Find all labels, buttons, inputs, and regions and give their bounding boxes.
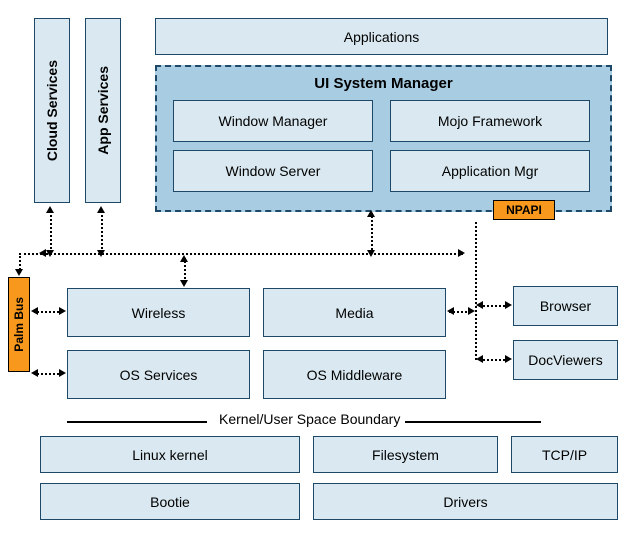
conn-npapi-down (475, 222, 477, 360)
linux-kernel-box: Linux kernel (40, 436, 300, 473)
docviewers-label: DocViewers (528, 352, 602, 368)
arrow-bus-l (39, 249, 46, 257)
linux-kernel-label: Linux kernel (132, 447, 208, 463)
arrow-wireless-down (180, 280, 188, 287)
arrow-wb-r (59, 307, 66, 315)
conn-doc (480, 359, 508, 361)
boundary-label: Kernel/User Space Boundary (213, 411, 406, 427)
ui-system-manager-title: UI System Manager (157, 75, 610, 92)
browser-label: Browser (540, 298, 591, 314)
conn-uisys-down (371, 213, 373, 253)
arrow-os-l (31, 369, 38, 377)
os-services-label: OS Services (120, 367, 198, 383)
bus-line (43, 253, 463, 255)
window-manager-box: Window Manager (173, 100, 373, 142)
wireless-box: Wireless (67, 288, 250, 337)
filesystem-box: Filesystem (313, 436, 498, 473)
media-box: Media (263, 288, 446, 337)
conn-browser (480, 305, 508, 307)
applications-label: Applications (344, 29, 420, 45)
arrow-media-l (447, 307, 454, 315)
application-mgr-label: Application Mgr (442, 163, 539, 179)
drivers-label: Drivers (443, 494, 487, 510)
filesystem-label: Filesystem (372, 447, 439, 463)
tcpip-box: TCP/IP (511, 436, 618, 473)
os-middleware-label: OS Middleware (307, 367, 403, 383)
conn-cloud-down (50, 210, 52, 253)
npapi-label: NPAPI (506, 203, 542, 217)
arrow-cloud-up (46, 206, 54, 213)
drivers-box: Drivers (313, 483, 618, 520)
boundary-line-left (67, 421, 207, 423)
npapi-badge: NPAPI (493, 200, 555, 220)
window-server-box: Window Server (173, 150, 373, 192)
app-services-label: App Services (95, 66, 111, 155)
docviewers-box: DocViewers (513, 340, 618, 380)
os-services-box: OS Services (67, 350, 250, 399)
arrow-wireless-up (180, 255, 188, 262)
app-services-box: App Services (85, 18, 121, 203)
media-label: Media (335, 305, 373, 321)
bootie-box: Bootie (40, 483, 300, 520)
palm-bus-box: Palm Bus (8, 277, 30, 372)
application-mgr-box: Application Mgr (390, 150, 590, 192)
cloud-services-label: Cloud Services (44, 60, 60, 161)
window-manager-label: Window Manager (219, 113, 328, 129)
arrow-bus-r (458, 249, 465, 257)
tcpip-label: TCP/IP (542, 447, 587, 463)
conn-wireless-bus (34, 311, 62, 313)
conn-oss-bus (34, 373, 62, 375)
mojo-framework-box: Mojo Framework (390, 100, 590, 142)
arrow-doc-l (476, 355, 483, 363)
arrow-app-down (97, 250, 105, 257)
bootie-label: Bootie (150, 494, 190, 510)
conn-app-down (101, 210, 103, 253)
wireless-label: Wireless (132, 305, 186, 321)
window-server-label: Window Server (226, 163, 321, 179)
arrow-media-r (468, 307, 475, 315)
applications-box: Applications (155, 18, 608, 55)
arrow-uisys-up (367, 210, 375, 217)
arrow-palm-down (15, 269, 23, 276)
arrow-os-r (59, 369, 66, 377)
arrow-doc-r (505, 355, 512, 363)
os-middleware-box: OS Middleware (263, 350, 446, 399)
boundary-line-right (405, 421, 541, 423)
arrow-browser-r (505, 301, 512, 309)
arrow-browser-l (476, 301, 483, 309)
palm-bus-label: Palm Bus (12, 297, 26, 352)
browser-box: Browser (513, 286, 618, 326)
arrow-wb-l (31, 307, 38, 315)
arrow-app-up (97, 206, 105, 213)
cloud-services-box: Cloud Services (34, 18, 70, 203)
arrow-uisys-down (367, 250, 375, 257)
arrow-cloud-down (46, 250, 54, 257)
mojo-framework-label: Mojo Framework (438, 113, 542, 129)
